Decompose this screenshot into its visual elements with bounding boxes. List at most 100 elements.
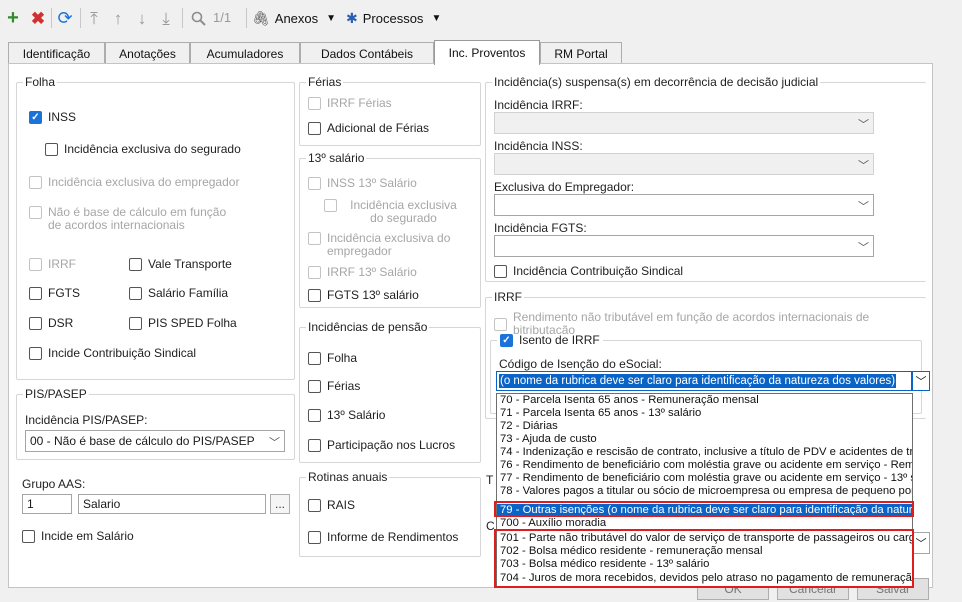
pispasep-title: PIS/PASEP — [23, 387, 89, 401]
vale-transporte-checkbox[interactable]: Vale Transporte — [129, 258, 232, 271]
search-icon[interactable] — [190, 7, 206, 29]
toolbar: + ✖ ⟳ ⤒ ↑ ↓ ⤓ 1/1 🖇 Anexos ▼ ✱ Processos… — [0, 0, 962, 36]
fgts-checkbox[interactable]: FGTS — [29, 287, 80, 300]
chevron-down-icon: ﹀ — [858, 242, 869, 254]
chevron-down-icon[interactable]: ﹀ — [912, 371, 930, 391]
partial-label-t: T — [486, 473, 494, 487]
ferias-title: Férias — [306, 75, 344, 89]
incidencia-irrf-select[interactable]: ﹀ — [494, 112, 874, 134]
irrf-ferias-checkbox[interactable]: IRRF Férias — [308, 97, 392, 110]
dropdown-option[interactable]: 73 - Ajuda de custo — [497, 433, 912, 446]
pis-sped-checkbox[interactable]: PIS SPED Folha — [129, 317, 237, 330]
incide-sindical-checkbox[interactable]: Incide Contribuição Sindical — [29, 347, 196, 360]
inss-excl-empregador-checkbox[interactable]: Incidência exclusiva do empregador — [29, 176, 239, 189]
incidencia-inss-label: Incidência INSS: — [494, 139, 583, 153]
incidencia-inss-select[interactable]: ﹀ — [494, 153, 874, 175]
incidencia-fgts-select[interactable]: ﹀ — [494, 235, 874, 257]
incidencia-sindical-checkbox[interactable]: Incidência Contribuição Sindical — [494, 265, 683, 278]
tab-identificacao[interactable]: Identificação — [8, 42, 105, 64]
suspensa-group: Incidência(s) suspensa(s) em decorrência… — [485, 75, 926, 282]
dropdown-option[interactable]: 71 - Parcela Isenta 65 anos - 13º salári… — [497, 407, 912, 420]
exclusiva-empregador-select[interactable]: ﹀ — [494, 194, 874, 216]
anexos-label: Anexos — [274, 11, 319, 26]
x-icon[interactable]: ✖ — [29, 7, 47, 29]
last-record-icon[interactable]: ⤓ — [158, 7, 174, 29]
pensao-lucros-checkbox[interactable]: Participação nos Lucros — [308, 439, 455, 452]
informe-checkbox[interactable]: Informe de Rendimentos — [308, 531, 458, 544]
chevron-down-icon: ﹀ — [858, 119, 869, 131]
plus-icon[interactable]: + — [4, 7, 22, 29]
gear-icon: ✱ — [346, 10, 358, 26]
paperclip-icon: 🖇 — [252, 10, 270, 26]
pensao-decimo-checkbox[interactable]: 13º Salário — [308, 409, 385, 422]
caret-down-icon: ▼ — [326, 13, 337, 24]
dropdown-option[interactable]: 70 - Parcela Isenta 65 anos - Remuneraçã… — [497, 394, 912, 407]
dropdown-option[interactable]: 78 - Valores pagos a titular ou sócio de… — [497, 485, 912, 498]
incidencia-irrf-label: Incidência IRRF: — [494, 98, 583, 112]
inss-excl-segurado-checkbox[interactable]: Incidência exclusiva do segurado — [45, 143, 241, 156]
decimo-excl-segurado-checkbox[interactable]: Incidência exclusiva do segurado — [324, 199, 464, 225]
tab-anotacoes[interactable]: Anotações — [105, 42, 190, 64]
pispasep-group: PIS/PASEP Incidência PIS/PASEP: 00 - Não… — [16, 387, 295, 460]
previous-record-icon[interactable]: ↑ — [110, 7, 126, 29]
chevron-down-icon: ﹀ — [858, 201, 869, 213]
dropdown-option[interactable]: 77 - Rendimento de beneficiário com molé… — [497, 472, 912, 485]
rotinas-title: Rotinas anuais — [306, 470, 390, 484]
pensao-group: Incidências de pensão Folha Férias 13º S… — [299, 320, 481, 463]
folha-group: Folha ✓ INSS Incidência exclusiva do segu… — [16, 75, 295, 380]
grupo-aas-browse-button[interactable]: ... — [270, 494, 290, 514]
chevron-down-icon[interactable]: ﹀ — [912, 532, 930, 554]
codigo-isencao-label: Código de Isenção do eSocial: — [499, 357, 662, 371]
tab-rm-portal[interactable]: RM Portal — [540, 42, 622, 64]
irrf-title: IRRF — [492, 290, 524, 304]
dsr-checkbox[interactable]: DSR — [29, 317, 73, 330]
exclusiva-empregador-label: Exclusiva do Empregador: — [494, 180, 635, 194]
grupo-aas-code-input[interactable]: 1 — [22, 494, 72, 514]
page-counter: 1/1 — [213, 10, 232, 25]
incide-salario-checkbox[interactable]: Incide em Salário — [22, 530, 134, 543]
folha-title: Folha — [23, 75, 58, 89]
tab-inc-proventos[interactable]: Inc. Proventos — [434, 40, 540, 65]
pispasep-label: Incidência PIS/PASEP: — [25, 413, 148, 427]
codigo-isencao-select[interactable]: (o nome da rubrica deve ser claro para i… — [496, 371, 912, 391]
next-record-icon[interactable]: ↓ — [134, 7, 150, 29]
irrf13-checkbox[interactable]: IRRF 13º Salário — [308, 266, 417, 279]
chevron-down-icon: ﹀ — [858, 160, 869, 172]
tab-acumuladores[interactable]: Acumuladores — [190, 42, 300, 64]
highlight-box — [494, 501, 914, 517]
pispasep-select[interactable]: 00 - Não é base de cálculo do PIS/PASEP ﹀ — [25, 430, 285, 452]
dropdown-option[interactable]: 72 - Diárias — [497, 420, 912, 433]
ferias-group: Férias IRRF Férias Adicional de Férias — [299, 75, 481, 146]
inss-checkbox[interactable]: ✓ INSS — [29, 111, 76, 124]
pensao-folha-checkbox[interactable]: Folha — [308, 352, 357, 365]
decimo-excl-empregador-checkbox[interactable]: Incidência exclusiva do empregador — [308, 232, 458, 258]
fgts13-checkbox[interactable]: FGTS 13º salário — [308, 289, 419, 302]
dropdown-option[interactable]: 74 - Indenização e rescisão de contrato,… — [497, 446, 912, 459]
codigo-isencao-value: (o nome da rubrica deve ser claro para i… — [499, 374, 897, 388]
grupo-aas-name-input[interactable]: Salario — [78, 494, 266, 514]
check-icon: ✓ — [29, 111, 42, 124]
anexos-menu[interactable]: 🖇 Anexos ▼ — [252, 10, 336, 27]
tab-dados-contabeis[interactable]: Dados Contábeis — [300, 42, 434, 64]
rais-checkbox[interactable]: RAIS — [308, 499, 355, 512]
salario-familia-checkbox[interactable]: Salário Família — [129, 287, 228, 300]
grupo-aas-label: Grupo AAS: — [22, 477, 86, 491]
first-record-icon[interactable]: ⤒ — [86, 7, 102, 29]
processos-menu[interactable]: ✱ Processos ▼ — [346, 10, 441, 27]
nao-base-checkbox[interactable]: Não é base de cálculo em função de acord… — [29, 206, 239, 232]
decimo-title: 13º salário — [306, 151, 367, 165]
chevron-down-icon: ﹀ — [269, 437, 280, 449]
processos-label: Processos — [362, 11, 424, 26]
pensao-title: Incidências de pensão — [306, 320, 430, 334]
adicional-ferias-checkbox[interactable]: Adicional de Férias — [308, 122, 429, 135]
decimo-group: 13º salário INSS 13º Salário Incidência … — [299, 151, 481, 308]
inss13-checkbox[interactable]: INSS 13º Salário — [308, 177, 417, 190]
pensao-ferias-checkbox[interactable]: Férias — [308, 380, 360, 393]
check-icon: ✓ — [500, 334, 513, 347]
caret-down-icon: ▼ — [431, 13, 442, 24]
grupo-aas-group: Grupo AAS: 1 Salario ... Incide em Salár… — [16, 467, 295, 557]
isento-irrf-checkbox[interactable]: ✓ Isento de IRRF — [497, 334, 603, 347]
refresh-icon[interactable]: ⟳ — [56, 7, 74, 29]
irrf-checkbox[interactable]: IRRF — [29, 258, 76, 271]
dropdown-option[interactable]: 76 - Rendimento de beneficiário com molé… — [497, 459, 912, 472]
